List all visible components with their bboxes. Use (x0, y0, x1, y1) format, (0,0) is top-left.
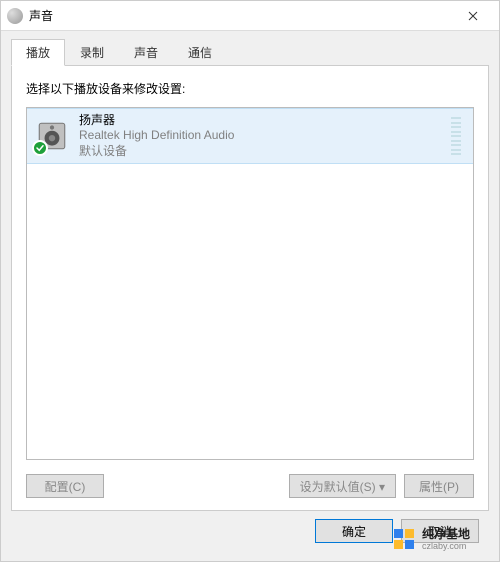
tab-strip: 播放 录制 声音 通信 (11, 39, 489, 66)
tab-playback[interactable]: 播放 (11, 39, 65, 66)
sound-settings-window: 声音 播放 录制 声音 通信 选择以下播放设备来修改设置: (0, 0, 500, 562)
device-text: 扬声器 Realtek High Definition Audio 默认设备 (79, 113, 441, 160)
titlebar: 声音 (1, 1, 499, 31)
watermark-sub: czlaby.com (422, 541, 470, 552)
tab-communications[interactable]: 通信 (173, 39, 227, 66)
properties-button[interactable]: 属性(P) (404, 474, 474, 498)
device-item[interactable]: 扬声器 Realtek High Definition Audio 默认设备 (27, 108, 473, 164)
window-icon (7, 8, 23, 24)
device-desc: Realtek High Definition Audio (79, 128, 441, 144)
level-meter (451, 117, 461, 155)
check-icon (32, 140, 48, 156)
playback-panel: 选择以下播放设备来修改设置: (11, 65, 489, 511)
device-list[interactable]: 扬声器 Realtek High Definition Audio 默认设备 (26, 107, 474, 460)
watermark: 纯净基地 czlaby.com (392, 527, 470, 552)
tab-recording[interactable]: 录制 (65, 39, 119, 66)
dialog-content: 播放 录制 声音 通信 选择以下播放设备来修改设置: (1, 31, 499, 561)
window-title: 声音 (29, 7, 453, 24)
watermark-main: 纯净基地 (422, 527, 470, 541)
instruction-text: 选择以下播放设备来修改设置: (26, 80, 474, 97)
device-icon-wrap (35, 119, 69, 153)
set-default-button[interactable]: 设为默认值(S) ▾ (289, 474, 396, 498)
device-status: 默认设备 (79, 144, 441, 160)
device-name: 扬声器 (79, 113, 441, 129)
configure-button[interactable]: 配置(C) (26, 474, 104, 498)
close-button[interactable] (453, 1, 493, 30)
ok-button[interactable]: 确定 (315, 519, 393, 543)
tab-sounds[interactable]: 声音 (119, 39, 173, 66)
panel-button-row: 配置(C) 设为默认值(S) ▾ 属性(P) (26, 474, 474, 498)
watermark-logo-icon (392, 527, 416, 551)
